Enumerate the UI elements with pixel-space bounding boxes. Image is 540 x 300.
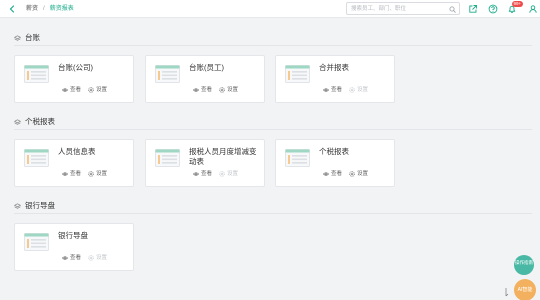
help-circle-icon[interactable]: [488, 4, 498, 14]
section-divider: [14, 213, 532, 214]
card-title: 银行导盘: [58, 231, 88, 240]
external-link-icon[interactable]: [468, 4, 478, 14]
operation-guide-button[interactable]: 操作指南: [514, 255, 534, 275]
search-input[interactable]: 搜索员工、部门、职位: [346, 2, 460, 15]
report-card[interactable]: 银行导盘 查看 设置: [14, 223, 134, 271]
breadcrumb-separator: /: [43, 6, 45, 12]
report-card[interactable]: 报税人员月度增减变动表 查看 设置: [145, 139, 265, 187]
report-thumbnail-icon: [24, 233, 49, 251]
layers-icon: [14, 203, 21, 209]
card-title: 台账(公司): [58, 63, 93, 72]
report-thumbnail-icon: [24, 65, 49, 83]
report-card[interactable]: 个税报表 查看 设置: [275, 139, 395, 187]
section-divider: [14, 45, 532, 46]
card-title: 报税人员月度增减变动表: [189, 147, 257, 166]
report-thumbnail-icon: [24, 149, 49, 167]
ai-assistant-avatar[interactable]: AI智能: [514, 279, 536, 300]
gear-icon: [88, 171, 94, 177]
eye-icon: [62, 256, 68, 260]
report-thumbnail-icon: [285, 149, 310, 167]
search-placeholder: 搜索员工、部门、职位: [351, 5, 407, 12]
report-card[interactable]: 合并报表 查看 设置: [275, 55, 395, 103]
report-thumbnail-icon: [285, 65, 310, 83]
eye-icon: [62, 172, 68, 176]
report-card[interactable]: 台账(员工) 查看 设置: [145, 55, 265, 103]
section-bank-export: 银行导盘: [14, 201, 532, 214]
report-thumbnail-icon: [155, 149, 180, 167]
top-bar: 薪资 / 薪资报表 搜索员工、部门、职位 99+: [0, 0, 540, 18]
eye-icon: [62, 88, 68, 92]
card-title: 个税报表: [319, 147, 349, 156]
eye-icon: [323, 88, 329, 92]
gear-icon: [219, 87, 225, 93]
section-tax-reports: 个税报表: [14, 117, 532, 130]
back-arrow-icon[interactable]: [7, 4, 17, 14]
section-ledger: 台账: [14, 33, 532, 46]
card-title: 人员信息表: [58, 147, 96, 156]
notification-badge: 99+: [512, 1, 523, 7]
gear-icon: [349, 171, 355, 177]
breadcrumb-parent-link[interactable]: 薪资: [26, 6, 38, 12]
card-title: 合并报表: [319, 63, 349, 72]
user-icon[interactable]: [528, 4, 538, 14]
gear-icon: [88, 255, 94, 261]
eye-icon: [323, 172, 329, 176]
section-divider: [14, 129, 532, 130]
report-card[interactable]: 人员信息表 查看 设置: [14, 139, 134, 187]
card-title: 台账(员工): [189, 63, 224, 72]
layers-icon: [14, 35, 21, 41]
layers-icon: [14, 119, 21, 125]
breadcrumb: 薪资 / 薪资报表: [26, 5, 74, 13]
breadcrumb-current: 薪资报表: [49, 6, 74, 12]
section-title: 个税报表: [25, 117, 55, 126]
eye-icon: [193, 88, 199, 92]
cursor-icon: [505, 288, 509, 297]
search-icon[interactable]: [449, 6, 456, 13]
gear-icon: [349, 87, 355, 93]
report-thumbnail-icon: [155, 65, 180, 83]
report-card[interactable]: 台账(公司) 查看 设置: [14, 55, 134, 103]
eye-icon: [193, 172, 199, 176]
section-title: 台账: [25, 33, 40, 42]
gear-icon: [88, 87, 94, 93]
section-title: 银行导盘: [25, 201, 55, 210]
gear-icon: [219, 171, 225, 177]
